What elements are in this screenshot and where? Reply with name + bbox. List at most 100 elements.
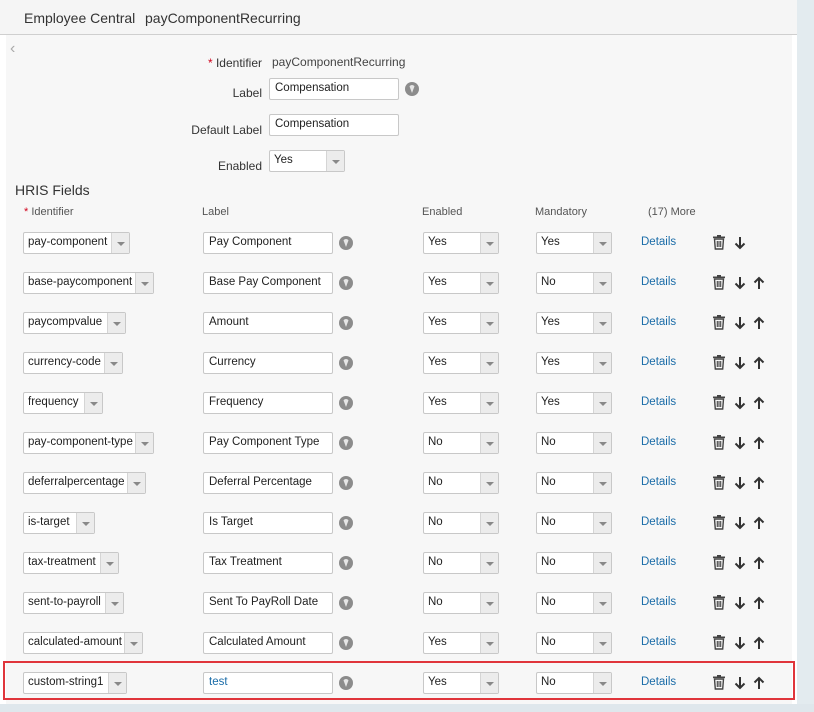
enabled-select[interactable]: Yes (423, 312, 499, 334)
arrow-up-icon[interactable] (751, 315, 767, 331)
translate-globe-icon[interactable] (339, 436, 353, 450)
trash-icon[interactable] (711, 274, 727, 290)
enabled-select[interactable]: Yes (423, 232, 499, 254)
col-more-header[interactable]: (17) More (648, 206, 696, 218)
field-label-input[interactable]: Pay Component Type (203, 432, 333, 454)
arrow-down-icon[interactable] (732, 395, 748, 411)
trash-icon[interactable] (711, 634, 727, 650)
arrow-down-icon[interactable] (732, 515, 748, 531)
trash-icon[interactable] (711, 434, 727, 450)
mandatory-select[interactable]: Yes (536, 352, 612, 374)
arrow-down-icon[interactable] (732, 235, 748, 251)
mandatory-select[interactable]: No (536, 512, 612, 534)
field-label-input[interactable]: Amount (203, 312, 333, 334)
enabled-select[interactable]: Yes (269, 150, 345, 172)
field-label-input[interactable]: Deferral Percentage (203, 472, 333, 494)
enabled-select[interactable]: No (423, 592, 499, 614)
trash-icon[interactable] (711, 474, 727, 490)
details-link[interactable]: Details (641, 636, 676, 648)
trash-icon[interactable] (711, 514, 727, 530)
mandatory-select[interactable]: No (536, 272, 612, 294)
identifier-select[interactable]: paycompvalue (23, 312, 126, 334)
trash-icon[interactable] (711, 354, 727, 370)
default-label-input[interactable]: Compensation (269, 114, 399, 136)
field-label-input[interactable]: Pay Component (203, 232, 333, 254)
arrow-down-icon[interactable] (732, 595, 748, 611)
enabled-select[interactable]: No (423, 512, 499, 534)
enabled-select[interactable]: Yes (423, 352, 499, 374)
translate-globe-icon[interactable] (339, 316, 353, 330)
details-link[interactable]: Details (641, 316, 676, 328)
translate-globe-icon[interactable] (339, 556, 353, 570)
arrow-up-icon[interactable] (751, 475, 767, 491)
identifier-select[interactable]: is-target (23, 512, 95, 534)
trash-icon[interactable] (711, 594, 727, 610)
mandatory-select[interactable]: No (536, 632, 612, 654)
field-label-input[interactable]: Base Pay Component (203, 272, 333, 294)
details-link[interactable]: Details (641, 356, 676, 368)
label-input[interactable]: Compensation (269, 78, 399, 100)
field-label-input[interactable]: Calculated Amount (203, 632, 333, 654)
arrow-down-icon[interactable] (732, 315, 748, 331)
identifier-select[interactable]: frequency (23, 392, 103, 414)
translate-globe-icon[interactable] (339, 396, 353, 410)
arrow-down-icon[interactable] (732, 635, 748, 651)
trash-icon[interactable] (711, 394, 727, 410)
translate-globe-icon[interactable] (405, 82, 419, 96)
arrow-up-icon[interactable] (751, 515, 767, 531)
mandatory-select[interactable]: Yes (536, 392, 612, 414)
identifier-select[interactable]: base-paycomponent (23, 272, 154, 294)
arrow-up-icon[interactable] (751, 635, 767, 651)
arrow-up-icon[interactable] (751, 595, 767, 611)
enabled-select[interactable]: Yes (423, 272, 499, 294)
enabled-select[interactable]: Yes (423, 392, 499, 414)
translate-globe-icon[interactable] (339, 236, 353, 250)
identifier-select[interactable]: pay-component (23, 232, 130, 254)
field-label-input[interactable]: Sent To PayRoll Date (203, 592, 333, 614)
field-label-input[interactable]: Currency (203, 352, 333, 374)
identifier-select[interactable]: deferralpercentage (23, 472, 146, 494)
arrow-down-icon[interactable] (732, 475, 748, 491)
arrow-down-icon[interactable] (732, 435, 748, 451)
arrow-down-icon[interactable] (732, 555, 748, 571)
enabled-select[interactable]: No (423, 432, 499, 454)
identifier-select[interactable]: pay-component-type (23, 432, 154, 454)
enabled-select[interactable]: Yes (423, 632, 499, 654)
mandatory-select[interactable]: No (536, 472, 612, 494)
translate-globe-icon[interactable] (339, 516, 353, 530)
identifier-select[interactable]: tax-treatment (23, 552, 119, 574)
trash-icon[interactable] (711, 314, 727, 330)
details-link[interactable]: Details (641, 476, 676, 488)
field-label-input[interactable]: Tax Treatment (203, 552, 333, 574)
mandatory-select[interactable]: Yes (536, 312, 612, 334)
translate-globe-icon[interactable] (339, 356, 353, 370)
mandatory-select[interactable]: No (536, 552, 612, 574)
translate-globe-icon[interactable] (339, 276, 353, 290)
back-chevron-icon[interactable]: ‹ (10, 40, 15, 58)
field-label-input[interactable]: Is Target (203, 512, 333, 534)
details-link[interactable]: Details (641, 236, 676, 248)
translate-globe-icon[interactable] (339, 636, 353, 650)
mandatory-select[interactable]: Yes (536, 232, 612, 254)
arrow-up-icon[interactable] (751, 355, 767, 371)
enabled-select[interactable]: No (423, 552, 499, 574)
trash-icon[interactable] (711, 234, 727, 250)
identifier-select[interactable]: calculated-amount (23, 632, 143, 654)
details-link[interactable]: Details (641, 556, 676, 568)
mandatory-select[interactable]: No (536, 592, 612, 614)
details-link[interactable]: Details (641, 396, 676, 408)
mandatory-select[interactable]: No (536, 432, 612, 454)
trash-icon[interactable] (711, 554, 727, 570)
arrow-up-icon[interactable] (751, 555, 767, 571)
translate-globe-icon[interactable] (339, 476, 353, 490)
details-link[interactable]: Details (641, 436, 676, 448)
details-link[interactable]: Details (641, 596, 676, 608)
identifier-select[interactable]: currency-code (23, 352, 123, 374)
arrow-down-icon[interactable] (732, 275, 748, 291)
arrow-up-icon[interactable] (751, 395, 767, 411)
details-link[interactable]: Details (641, 516, 676, 528)
arrow-down-icon[interactable] (732, 355, 748, 371)
arrow-up-icon[interactable] (751, 435, 767, 451)
details-link[interactable]: Details (641, 276, 676, 288)
translate-globe-icon[interactable] (339, 596, 353, 610)
